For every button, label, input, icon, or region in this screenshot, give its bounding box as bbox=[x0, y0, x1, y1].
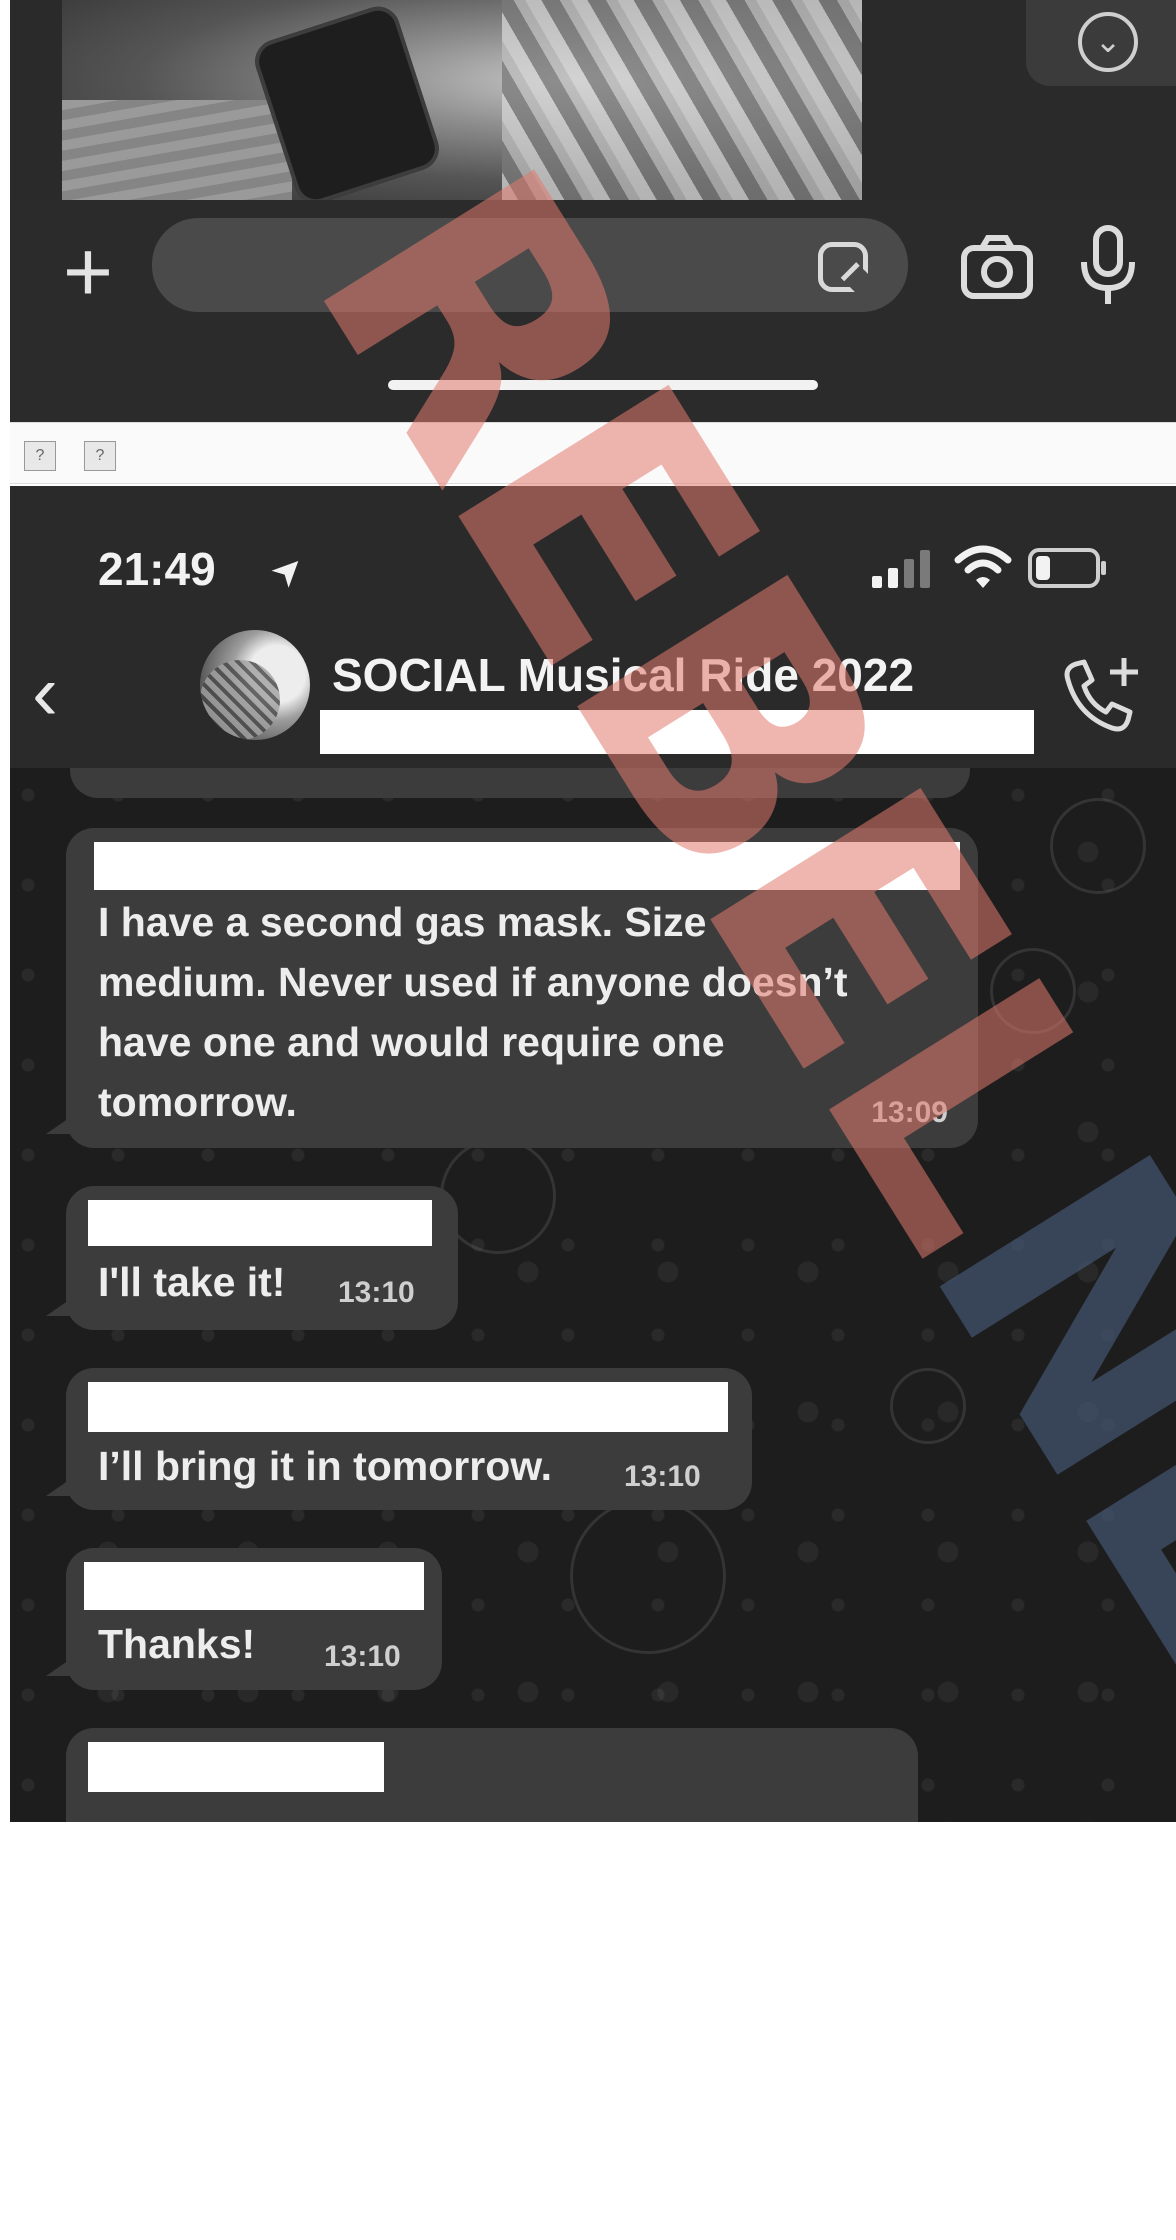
plus-icon: + bbox=[62, 224, 114, 320]
home-indicator bbox=[388, 380, 818, 390]
message-composer: + bbox=[10, 200, 1176, 422]
bubble-tail bbox=[46, 1116, 72, 1134]
message-text: I'll take it! bbox=[98, 1259, 286, 1305]
location-arrow-icon: ➤ bbox=[262, 544, 315, 597]
message-text: I’ll bring it in tomorrow. bbox=[98, 1443, 553, 1489]
bubble-tail bbox=[46, 1658, 72, 1676]
message-bubble[interactable]: Thanks! 13:10 bbox=[46, 1548, 442, 1690]
message-bubble[interactable]: I'll take it! 13:10 bbox=[46, 1186, 458, 1330]
redacted-sender-name bbox=[94, 842, 960, 890]
broken-image-icon: ? bbox=[24, 441, 56, 471]
message-timestamp: 13:10 bbox=[324, 1640, 401, 1673]
redacted-sender-name bbox=[88, 1742, 384, 1792]
battery-icon bbox=[1028, 548, 1106, 588]
bottom-screenshot: 21:49 ➤ ‹ SOCIAL Musical Ride 2022 I hav… bbox=[10, 486, 1176, 1822]
phone-plus-icon[interactable] bbox=[1050, 646, 1150, 746]
clock: 21:49 bbox=[98, 543, 216, 595]
top-screenshot: ⌄ + bbox=[10, 0, 1176, 422]
redacted-sender-name bbox=[88, 1382, 728, 1432]
redacted-participants bbox=[320, 710, 1034, 754]
bubble-tail bbox=[46, 1478, 72, 1496]
message-timestamp: 13:09 bbox=[871, 1096, 948, 1129]
broken-image-icon: ? bbox=[84, 441, 116, 471]
photo-plant-leaves bbox=[502, 0, 862, 200]
chat-header: ‹ SOCIAL Musical Ride 2022 bbox=[10, 622, 1176, 769]
bubble-tail bbox=[46, 1298, 72, 1316]
previous-message-bubble[interactable] bbox=[70, 768, 970, 798]
wallpaper-doodle bbox=[990, 948, 1076, 1034]
cellular-signal-icon bbox=[872, 550, 930, 588]
scroll-down-button[interactable]: ⌄ bbox=[1026, 0, 1176, 86]
sticker-icon[interactable] bbox=[818, 242, 868, 292]
wifi-icon bbox=[954, 545, 1012, 588]
message-timestamp: 13:10 bbox=[338, 1276, 415, 1309]
wallpaper-doodle bbox=[570, 1498, 726, 1654]
shared-photo[interactable] bbox=[62, 0, 862, 210]
wallpaper-doodle bbox=[1050, 798, 1146, 894]
message-input[interactable] bbox=[152, 218, 908, 312]
redacted-sender-name bbox=[84, 1562, 424, 1610]
chat-messages-area[interactable]: I have a second gas mask. Size medium. N… bbox=[10, 768, 1176, 1822]
photo-wood-surface bbox=[62, 100, 292, 200]
camera-icon[interactable] bbox=[960, 234, 1034, 300]
back-button[interactable]: ‹ bbox=[32, 653, 88, 738]
chevron-down-circle-icon: ⌄ bbox=[1078, 12, 1138, 72]
redacted-sender-name bbox=[88, 1200, 432, 1246]
broken-image-strip: ? ? bbox=[10, 422, 1176, 484]
status-bar: 21:49 ➤ bbox=[10, 486, 1176, 622]
message-bubble[interactable] bbox=[66, 1728, 918, 1822]
wallpaper-doodle bbox=[890, 1368, 966, 1444]
message-timestamp: 13:10 bbox=[624, 1460, 701, 1493]
message-bubble[interactable]: I’ll bring it in tomorrow. 13:10 bbox=[46, 1368, 752, 1510]
message-bubble[interactable]: I have a second gas mask. Size medium. N… bbox=[46, 828, 978, 1148]
message-text: Thanks! bbox=[98, 1621, 256, 1667]
chat-title[interactable]: SOCIAL Musical Ride 2022 bbox=[332, 648, 914, 702]
add-attachment-button[interactable]: + bbox=[48, 229, 128, 316]
microphone-icon[interactable] bbox=[1078, 224, 1138, 308]
group-avatar[interactable] bbox=[200, 630, 310, 740]
message-text: I have a second gas mask. Size medium. N… bbox=[98, 899, 848, 1125]
